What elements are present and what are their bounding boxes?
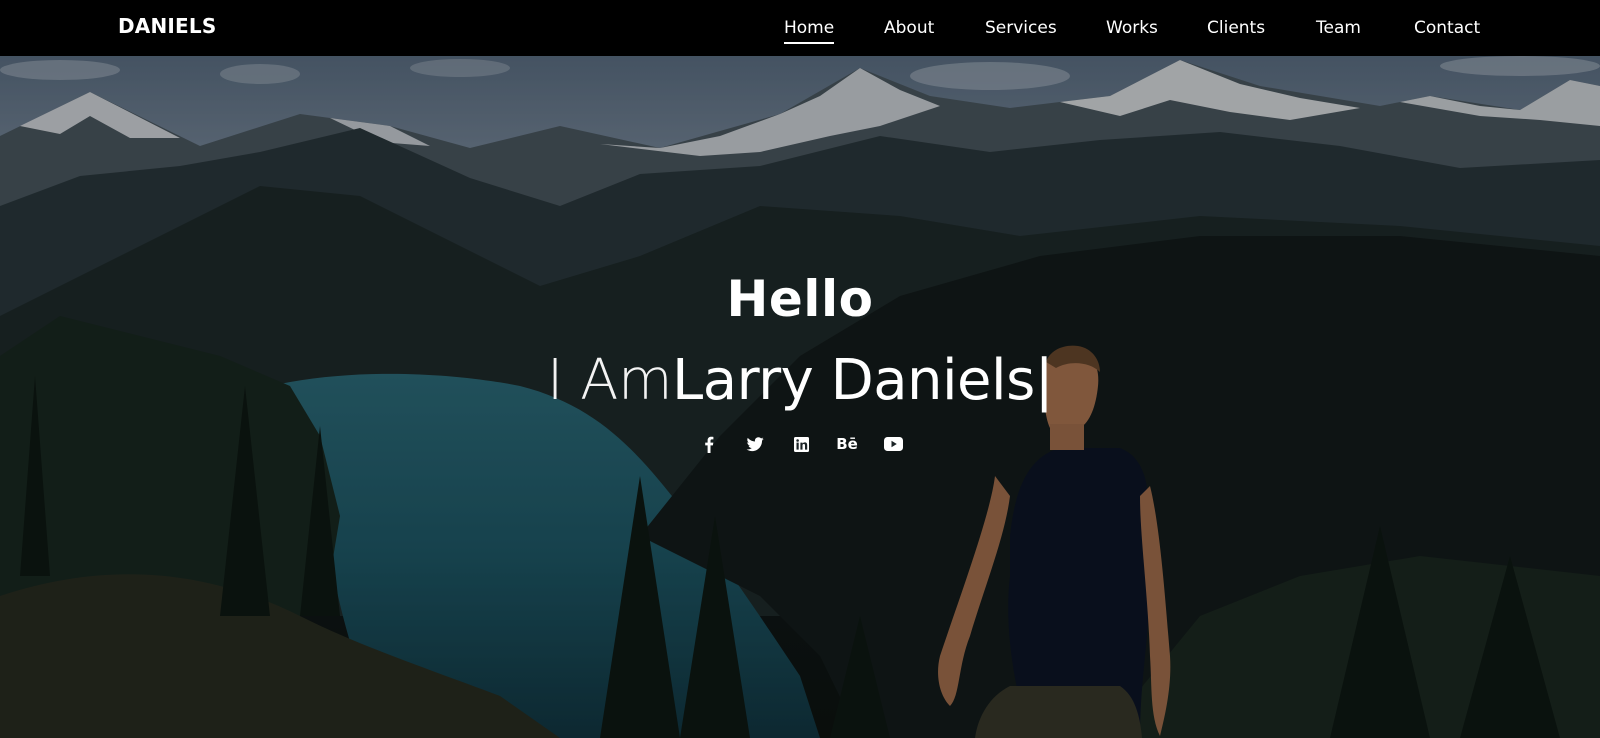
hero-name: Larry Daniels (672, 348, 1035, 413)
hero-greeting: Hello (726, 270, 874, 328)
social-links: Bē (0, 432, 1600, 456)
twitter-icon[interactable] (732, 432, 778, 456)
nav-link-about[interactable]: About (884, 17, 934, 39)
facebook-icon[interactable] (686, 432, 732, 456)
hero-section: Hello I AmLarry Daniels| Bē (0, 56, 1600, 738)
nav-link-contact[interactable]: Contact (1414, 17, 1480, 39)
nav-link-services[interactable]: Services (985, 17, 1057, 39)
behance-icon[interactable]: Bē (824, 432, 870, 456)
youtube-icon[interactable] (870, 432, 916, 456)
behance-glyph: Bē (836, 434, 858, 453)
top-navigation-bar: DANIELS Home About Services Works Client… (0, 0, 1600, 56)
nav-link-clients[interactable]: Clients (1207, 17, 1265, 39)
main-nav: Home About Services Works Clients Team C… (0, 17, 1600, 47)
nav-link-works[interactable]: Works (1106, 17, 1158, 39)
nav-link-team[interactable]: Team (1316, 17, 1361, 39)
linkedin-icon[interactable] (778, 432, 824, 456)
typing-cursor: | (1034, 348, 1054, 413)
nav-link-home[interactable]: Home (784, 17, 835, 44)
hero-intro-line: I AmLarry Daniels| (0, 348, 1600, 413)
hero-intro-prefix: I Am (546, 348, 673, 413)
